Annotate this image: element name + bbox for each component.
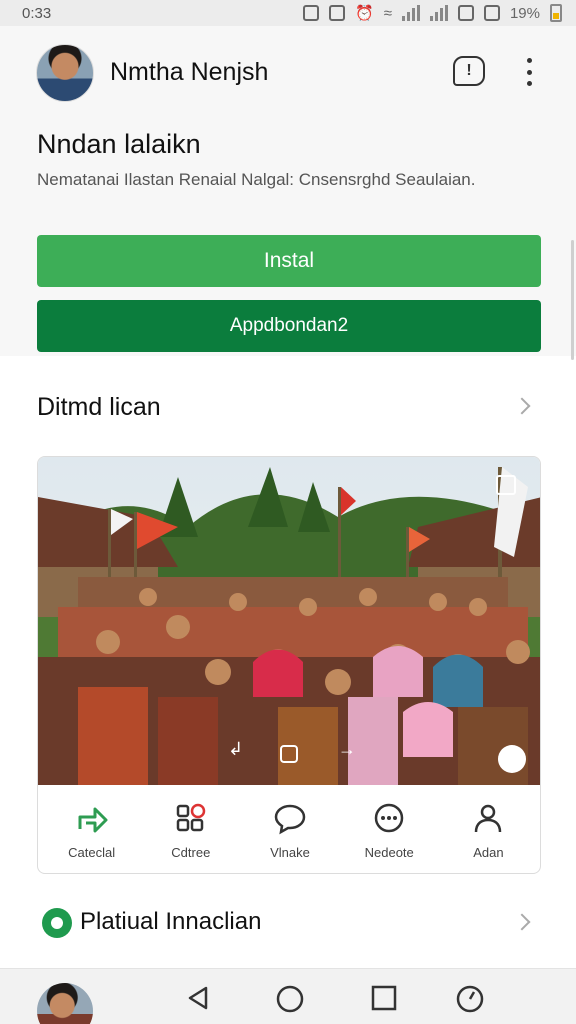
app-header: Nmtha Nenjsh ! Nndan lalaikn Nematanai I… — [0, 26, 576, 356]
person-icon — [471, 801, 505, 835]
status-bar: 0:33 ⏰ ≈ 19% — [0, 0, 576, 26]
nfc-icon — [329, 5, 346, 21]
action-label: Adan — [473, 844, 504, 860]
more-options-icon[interactable] — [520, 58, 538, 86]
expand-icon[interactable] — [496, 475, 516, 495]
action-more[interactable]: Nedeote — [340, 801, 439, 860]
action-row: Cateclal Cdtree Vlnake Nedeote Adan — [38, 785, 540, 873]
back-arrow-icon[interactable]: ↲ — [228, 739, 243, 760]
action-share[interactable]: Cateclal — [42, 801, 141, 860]
data-icon — [457, 5, 474, 21]
square-icon[interactable] — [280, 745, 298, 763]
status-icons: ⏰ ≈ 19% — [303, 4, 562, 22]
recents-nav-icon[interactable] — [371, 985, 397, 1016]
alert-icon[interactable]: ! — [453, 56, 485, 86]
clock-nav-icon[interactable] — [456, 985, 484, 1018]
action-grid[interactable]: Cdtree — [141, 801, 240, 860]
app-title: Nndan lalaikn — [37, 129, 201, 159]
navigation-bar — [0, 968, 576, 1024]
install-button[interactable]: Instal — [37, 235, 541, 287]
section-title: Ditmd lican — [37, 393, 161, 421]
signal-icon-2 — [429, 5, 448, 21]
forward-arrow-icon[interactable]: → — [338, 739, 356, 760]
vibrate-icon — [303, 5, 320, 21]
scroll-indicator[interactable] — [571, 240, 574, 360]
share-arrow-icon — [75, 801, 109, 835]
signal-icon — [401, 5, 420, 21]
media-card: ↲ → Cateclal Cdtree Vlnake Nedeote Adan — [37, 456, 541, 874]
action-person[interactable]: Adan — [439, 801, 538, 860]
profile-avatar[interactable] — [37, 983, 93, 1024]
sim-icon — [483, 5, 500, 21]
status-time: 0:33 — [22, 4, 52, 22]
grid-icon — [174, 801, 208, 835]
record-circle-icon[interactable] — [498, 745, 526, 773]
action-label: Nedeote — [364, 844, 414, 860]
alarm-icon: ⏰ — [355, 5, 374, 22]
secondary-button[interactable]: Appdbondan2 — [37, 300, 541, 352]
app-description: Nematanai Ilastan Renaial Nalgal: Cnsens… — [37, 170, 476, 189]
chevron-right-icon[interactable] — [513, 913, 531, 931]
action-label: Cateclal — [68, 844, 116, 860]
action-chat[interactable]: Vlnake — [240, 801, 339, 860]
battery-icon — [550, 4, 562, 22]
chat-badge-icon — [42, 908, 72, 938]
home-nav-icon[interactable] — [276, 985, 304, 1018]
bottom-section-title: Platiual Innaclian — [80, 908, 262, 935]
user-name: Nmtha Nenjsh — [110, 58, 269, 86]
action-label: Cdtree — [171, 844, 211, 860]
action-label: Vlnake — [270, 844, 310, 860]
chat-bubble-icon — [273, 801, 307, 835]
wifi-icon: ≈ — [383, 4, 392, 22]
avatar[interactable] — [36, 44, 94, 102]
chevron-right-icon[interactable] — [513, 397, 531, 415]
dots-circle-icon — [372, 801, 406, 835]
crowd-photo[interactable] — [38, 457, 541, 785]
back-nav-icon[interactable] — [186, 985, 210, 1016]
battery-percent: 19% — [509, 4, 540, 22]
